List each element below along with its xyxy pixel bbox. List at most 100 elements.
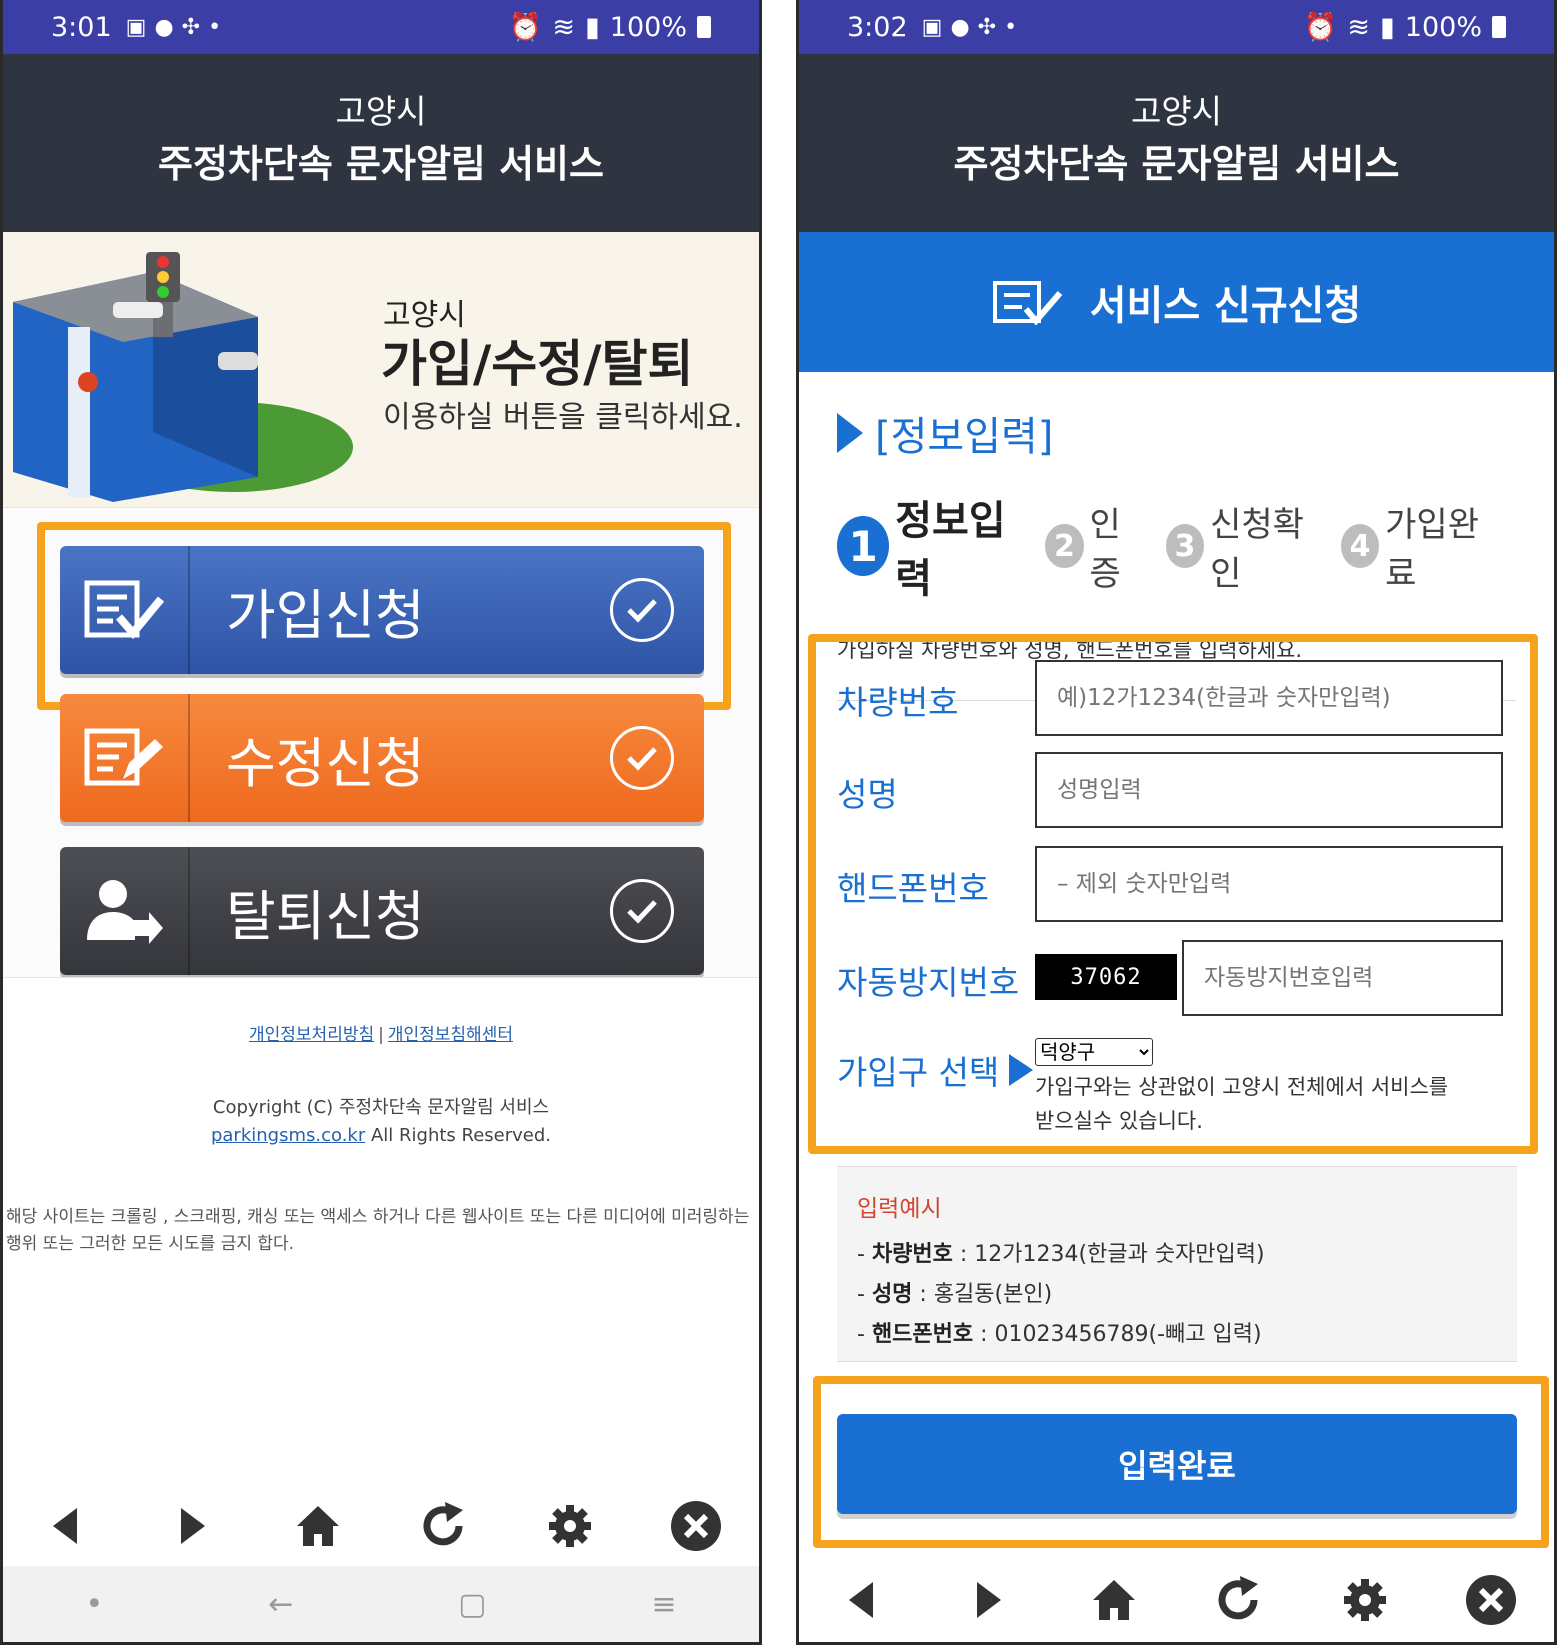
fan-icon: ✣ [977,14,997,40]
status-bar: 3:02 ▣ ● ✣ • ⏰ ≋ ▮ 100% [799,0,1554,54]
edit-request-button[interactable]: 수정신청 [60,694,704,822]
district-select[interactable]: 덕양구 [1035,1038,1153,1066]
triangle-icon [837,413,863,453]
check-circle-icon [610,726,674,790]
action-button-area: 가입신청 수정신청 탈퇴신청 [3,507,759,977]
footer-links: 개인정보처리방침 | 개인정보침해센터 [249,1025,513,1045]
banner: 고양시 가입/수정/탈퇴 이용하실 버튼을 클릭하세요. [3,232,759,507]
status-time: 3:02 [847,11,908,43]
system-recents-icon[interactable]: ≡ [651,1587,676,1622]
forward-icon[interactable] [164,1498,220,1554]
header-service-title: 주정차단속 문자알림 서비스 [953,142,1400,186]
system-home-icon[interactable]: ▢ [458,1587,486,1622]
car-number-input[interactable] [1035,660,1503,736]
fan-icon: ✣ [181,14,201,40]
step-4: 4 가입완료 [1340,497,1494,595]
phone-input[interactable] [1035,846,1503,922]
form-edit-icon [84,728,163,786]
name-label: 성명 [837,775,898,814]
example-car: - 차량번호 : 12가1234(한글과 숫자만입력) [857,1242,1265,1267]
service-signup-band: 서비스 신규신청 [799,232,1554,372]
copyright: Copyright (C) 주정차단속 문자알림 서비스 parkingsms.… [210,1097,552,1146]
close-icon[interactable] [1463,1572,1519,1628]
gallery-icon: ▣ [921,14,943,40]
edit-request-label: 수정신청 [226,731,425,795]
gear-icon[interactable] [1337,1572,1393,1628]
battery-text: 100% [609,11,687,43]
input-examples: 입력예시 - 차량번호 : 12가1234(한글과 숫자만입력) - 성명 : … [837,1166,1517,1362]
captcha-row: 자동방지번호 37062 [837,940,1527,1016]
leave-request-label: 탈퇴신청 [226,884,425,948]
district-row: 가입구 선택 덕양구 가입구와는 상관없이 고양시 전체에서 서비스를 받으실수… [837,1038,1527,1138]
system-nav-bar: • ← ▢ ≡ [3,1566,759,1642]
alarm-icon: ⏰ [508,12,543,43]
app-header: 고양시 주정차단속 문자알림 서비스 [3,54,759,232]
refresh-icon[interactable] [1211,1572,1267,1628]
dot-icon: • [208,14,222,40]
user-exit-icon [87,880,163,944]
browser-nav-bar [799,1560,1554,1640]
refresh-icon[interactable] [416,1498,472,1554]
talk-icon: ● [154,14,174,40]
divider-gap [762,0,796,1645]
banner-subtitle: 이용하실 버튼을 클릭하세요. [383,400,743,435]
examples-title: 입력예시 [857,1196,942,1222]
dot-icon: • [1004,14,1018,40]
forward-icon[interactable] [960,1572,1016,1628]
join-request-button[interactable]: 가입신청 [60,546,704,674]
section-title: [정보입력] [837,404,1516,462]
city-gift-box-illustration [3,232,363,507]
captcha-input[interactable] [1182,940,1503,1016]
header-city: 고양시 [1130,92,1223,131]
wifi-icon: ≋ [1347,11,1370,43]
triangle-icon [1009,1054,1034,1086]
gear-icon[interactable] [542,1498,598,1554]
join-request-label: 가입신청 [226,583,425,647]
status-bar: 3:01 ▣ ● ✣ • ⏰ ≋ ▮ 100% [3,0,759,54]
domain-link[interactable]: parkingsms.co.kr [211,1125,365,1146]
home-icon[interactable] [290,1498,346,1554]
signal-icon: ▮ [584,11,600,43]
car-number-label: 차량번호 [837,683,959,722]
header-city: 고양시 [335,92,427,131]
talk-icon: ● [950,14,970,40]
district-note: 가입구와는 상관없이 고양시 전체에서 서비스를 받으실수 있습니다. [1035,1075,1449,1133]
step-2: 2 인증 [1045,497,1143,595]
step-indicator: 1 정보입력 2 인증 3 신청확인 4 가입완료 [837,488,1516,604]
back-icon[interactable] [38,1498,94,1554]
step-3: 3 신청확인 [1165,497,1319,595]
example-name: - 성명 : 홍길동(본인) [857,1282,1053,1307]
name-input[interactable] [1035,752,1503,828]
privacy-policy-link[interactable]: 개인정보처리방침 [249,1025,374,1045]
wifi-icon: ≋ [552,11,575,43]
captcha-label: 자동방지번호 [837,963,1020,1002]
banner-headline: 가입/수정/탈퇴 [381,335,694,393]
dot-indicator-icon: • [85,1586,104,1622]
alarm-icon: ⏰ [1303,12,1338,43]
page-footer: 개인정보처리방침 | 개인정보침해센터 Copyright (C) 주정차단속 문자… [3,977,759,1353]
submit-button[interactable]: 입력완료 [837,1414,1517,1514]
battery-icon [697,16,711,38]
privacy-report-center-link[interactable]: 개인정보침해센터 [388,1025,513,1045]
left-phone-screen: 3:01 ▣ ● ✣ • ⏰ ≋ ▮ 100% 고양시 주정차단속 문자알림 서… [0,0,762,1645]
home-icon[interactable] [1086,1572,1142,1628]
signal-icon: ▮ [1379,11,1395,43]
car-number-row: 차량번호 [837,660,1527,736]
check-circle-icon [610,879,674,943]
example-phone: - 핸드폰번호 : 01023456789(-빼고 입력) [857,1322,1262,1347]
close-icon[interactable] [668,1498,724,1554]
step-1: 1 정보입력 [837,488,1023,604]
band-title: 서비스 신규신청 [1089,283,1362,329]
phone-label: 핸드폰번호 [837,869,989,908]
back-icon[interactable] [834,1572,890,1628]
form-check-icon [84,580,165,640]
check-circle-icon [610,578,674,642]
name-row: 성명 [837,752,1527,828]
district-label: 가입구 선택 [837,1046,1045,1094]
system-back-icon[interactable]: ← [268,1587,293,1622]
gallery-icon: ▣ [125,14,147,40]
right-phone-screen: 3:02 ▣ ● ✣ • ⏰ ≋ ▮ 100% 고양시 주정차단속 문자알림 서… [796,0,1557,1645]
status-time: 3:01 [51,11,112,43]
app-header: 고양시 주정차단속 문자알림 서비스 [799,54,1554,232]
leave-request-button[interactable]: 탈퇴신청 [60,847,704,975]
